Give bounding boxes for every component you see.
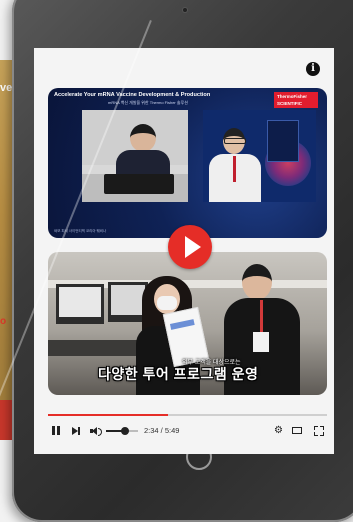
video-thumbnail-webinar[interactable]: Accelerate Your mRNA Vaccine Development… <box>48 88 327 238</box>
brand-logo: ThermoFisher SCIENTIFIC <box>274 92 318 108</box>
speaker-head <box>130 124 156 152</box>
volume-slider[interactable] <box>106 427 138 435</box>
player-controls: 2:34 / 5:49 ⚙ <box>48 424 327 440</box>
gear-icon[interactable]: ⚙ <box>274 424 284 438</box>
volume-knob[interactable] <box>121 427 130 435</box>
brand-booklet <box>267 120 299 162</box>
progress-fill <box>48 414 168 416</box>
lanyard <box>233 156 236 182</box>
id-badge <box>253 332 269 352</box>
info-icon[interactable]: i <box>306 62 320 76</box>
webinar-footer-caption: 써모 피셔 사이언티픽 코리아 웨비나 <box>54 229 107 233</box>
play-icon <box>185 236 201 258</box>
speaker-panel-left <box>82 110 188 202</box>
speaker-panel-right <box>203 110 316 202</box>
fullscreen-icon[interactable] <box>314 424 324 438</box>
volume-icon[interactable] <box>90 424 102 438</box>
play-button[interactable] <box>168 225 212 269</box>
laptop <box>104 174 174 194</box>
face-mask <box>157 296 177 310</box>
pause-icon[interactable] <box>52 424 61 438</box>
background-page-text: ve <box>0 82 13 94</box>
theater-mode-icon[interactable] <box>292 424 303 438</box>
progress-bar[interactable] <box>48 414 327 416</box>
webinar-title: Accelerate Your mRNA Vaccine Development… <box>54 92 211 98</box>
front-camera <box>183 8 187 12</box>
next-icon[interactable] <box>72 424 81 438</box>
staff-head <box>242 264 272 300</box>
monitor <box>56 284 104 324</box>
subtitle-large: 다양한 투어 프로그램 운영 <box>98 366 259 382</box>
webinar-subtitle: mRNA 백신 개발을 위한 Thermo Fisher 솔루션 <box>108 100 188 105</box>
video-thumbnail-tour[interactable]: 외부 고객을 대상으로는 다양한 투어 프로그램 운영 <box>48 252 327 395</box>
background-page-red-text: o <box>0 316 7 327</box>
glasses <box>224 138 246 144</box>
lanyard <box>260 300 263 334</box>
time-display: 2:34 / 5:49 <box>144 426 180 435</box>
